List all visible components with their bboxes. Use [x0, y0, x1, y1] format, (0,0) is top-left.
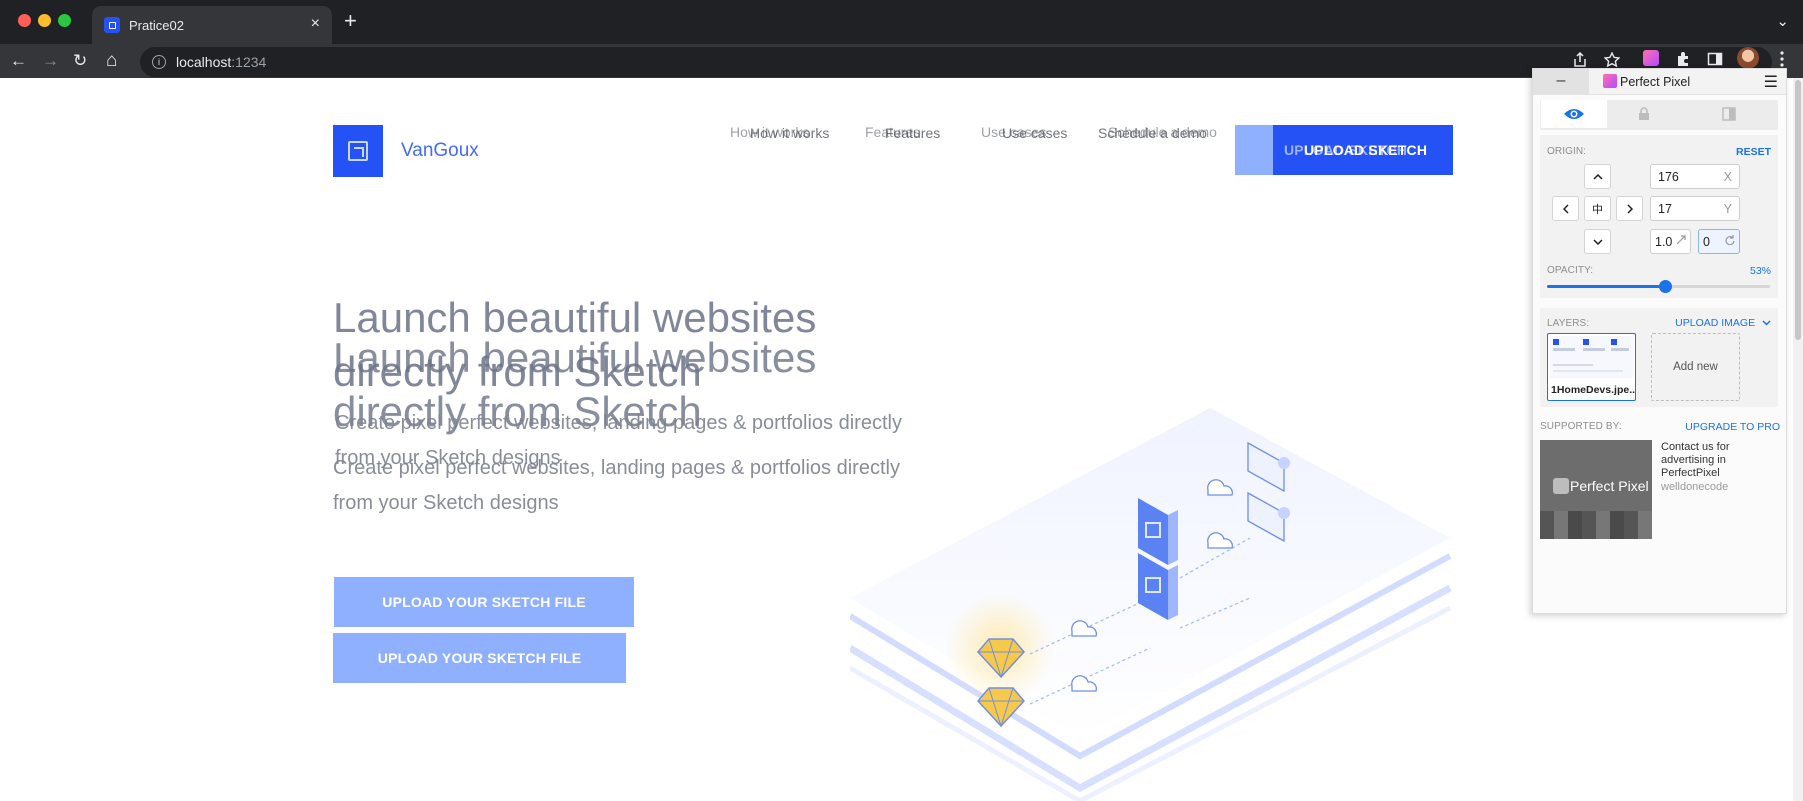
- nav-how-it-works[interactable]: How it works: [750, 125, 829, 141]
- origin-y-value: 17: [1658, 202, 1672, 216]
- home-button[interactable]: ⌂: [106, 49, 117, 73]
- brand-name[interactable]: VanGoux: [401, 140, 479, 162]
- layer-preview-image: [1550, 336, 1633, 378]
- scale-input[interactable]: 1.0: [1650, 229, 1691, 254]
- reload-button[interactable]: ↻: [73, 49, 87, 73]
- upload-sketch-file-button[interactable]: UPLOAD YOUR SKETCH FILE: [334, 577, 634, 627]
- perfect-pixel-logo-icon: [1603, 74, 1617, 88]
- cta-label: UPLOAD SKETCH: [1304, 142, 1428, 158]
- panel-title: Perfect Pixel: [1603, 74, 1690, 89]
- profile-avatar[interactable]: [1737, 47, 1759, 69]
- move-down-button[interactable]: [1584, 229, 1611, 254]
- tab-strip: Pratice02 × + ⌄: [0, 0, 1803, 44]
- url-port: :1234: [231, 54, 267, 70]
- panel-menu-icon[interactable]: ☰: [1764, 72, 1778, 92]
- zoom-window-button[interactable]: [58, 14, 71, 27]
- difference-mode-icon[interactable]: [1681, 100, 1777, 128]
- bookmark-star-icon[interactable]: [1604, 52, 1620, 68]
- lock-icon[interactable]: [1610, 100, 1678, 128]
- close-window-button[interactable]: [18, 14, 31, 27]
- panel-header: – Perfect Pixel ☰: [1533, 69, 1786, 95]
- tab-favicon-icon: [104, 17, 120, 33]
- upload-image-label: UPLOAD IMAGE: [1675, 317, 1756, 329]
- rotation-value: 0: [1703, 235, 1710, 249]
- sponsor-ad-image[interactable]: Perfect Pixel: [1540, 440, 1652, 539]
- rotation-input[interactable]: 0: [1698, 229, 1740, 254]
- origin-y-unit: Y: [1723, 202, 1732, 216]
- mode-toolbar: [1540, 100, 1778, 130]
- extensions-puzzle-icon[interactable]: [1675, 51, 1691, 67]
- layer-thumbnail[interactable]: 1HomeDevs.jpe...: [1547, 333, 1636, 401]
- perfect-pixel-extension-icon[interactable]: [1643, 50, 1659, 66]
- tab-title: Pratice02: [129, 17, 184, 33]
- toggle-visibility-eye-icon[interactable]: [1541, 100, 1607, 128]
- nav-use-cases[interactable]: Use cases: [1002, 125, 1067, 141]
- opacity-label: OPACITY:: [1547, 265, 1594, 276]
- overlay-cta-edge: [1235, 125, 1273, 175]
- add-new-layer-button[interactable]: Add new: [1651, 333, 1740, 401]
- reset-button[interactable]: RESET: [1736, 146, 1771, 158]
- opacity-slider-fill: [1547, 285, 1666, 288]
- layer-name: 1HomeDevs.jpe...: [1551, 384, 1636, 396]
- browser-menu-icon[interactable]: [1779, 50, 1785, 68]
- minimize-window-button[interactable]: [38, 14, 51, 27]
- origin-y-input[interactable]: 17 Y: [1650, 196, 1740, 221]
- ad-sponsor-name[interactable]: welldonecode: [1661, 481, 1728, 493]
- share-icon[interactable]: [1573, 52, 1587, 68]
- opacity-slider[interactable]: [1547, 280, 1770, 293]
- upload-image-button[interactable]: UPLOAD IMAGE: [1675, 317, 1771, 329]
- back-button[interactable]: ←: [10, 49, 27, 73]
- upgrade-to-pro-link[interactable]: UPGRADE TO PRO: [1685, 421, 1780, 433]
- nav-features[interactable]: Features: [885, 125, 940, 141]
- origin-section: ORIGIN: RESET 中 176 X 17 Y 1.0 0 OPACITY…: [1540, 135, 1778, 298]
- tab-search-chevron-icon[interactable]: ⌄: [1776, 12, 1789, 30]
- ad-contact-text[interactable]: Contact us for advertising in PerfectPix…: [1661, 441, 1771, 480]
- chevron-down-icon: [1762, 320, 1771, 326]
- forward-button[interactable]: →: [42, 49, 59, 73]
- rotate-icon: [1725, 235, 1735, 245]
- ad-logo-icon: [1553, 478, 1569, 494]
- browser-window: Pratice02 × + ⌄ ← → ↻ ⌂ i localhost:1234…: [0, 0, 1803, 801]
- ad-image-text: Perfect Pixel: [1570, 478, 1649, 494]
- scale-value: 1.0: [1655, 235, 1673, 249]
- origin-x-value: 176: [1658, 170, 1679, 184]
- panel-minimize-button[interactable]: –: [1533, 69, 1589, 95]
- tab-close-icon[interactable]: ×: [311, 15, 320, 33]
- move-right-button[interactable]: [1616, 196, 1643, 221]
- url-host: localhost: [176, 54, 232, 70]
- origin-label: ORIGIN:: [1547, 146, 1587, 157]
- origin-x-unit: X: [1723, 170, 1732, 184]
- ad-pixel-pattern: [1540, 511, 1652, 539]
- scale-icon: [1676, 235, 1686, 245]
- isometric-illustration: [850, 408, 1452, 801]
- layers-label: LAYERS:: [1547, 318, 1590, 329]
- address-bar[interactable]: i localhost:1234: [140, 47, 1772, 77]
- new-tab-button[interactable]: +: [344, 10, 357, 32]
- perfect-pixel-panel: – Perfect Pixel ☰ ORIGIN: RESET 中 176 X …: [1532, 68, 1787, 614]
- move-left-button[interactable]: [1552, 196, 1579, 221]
- page-scrollbar[interactable]: [1793, 78, 1803, 801]
- overlay-upload-sketch-file-button: UPLOAD YOUR SKETCH FILE: [333, 633, 626, 683]
- center-origin-button[interactable]: 中: [1584, 196, 1611, 221]
- origin-x-input[interactable]: 176 X: [1650, 164, 1740, 189]
- move-up-button[interactable]: [1584, 164, 1611, 189]
- brand-logo-icon[interactable]: [333, 125, 383, 177]
- site-info-icon[interactable]: i: [152, 55, 166, 69]
- browser-tab[interactable]: Pratice02 ×: [92, 6, 332, 44]
- opacity-value: 53%: [1749, 265, 1771, 277]
- panel-title-text: Perfect Pixel: [1620, 75, 1691, 89]
- supported-by-label: SUPPORTED BY:: [1540, 421, 1622, 432]
- side-panel-icon[interactable]: [1707, 51, 1723, 67]
- web-page: How it works Features Use cases Schedule…: [0, 78, 1793, 801]
- nav-schedule-demo[interactable]: Schedule a demo: [1098, 125, 1207, 141]
